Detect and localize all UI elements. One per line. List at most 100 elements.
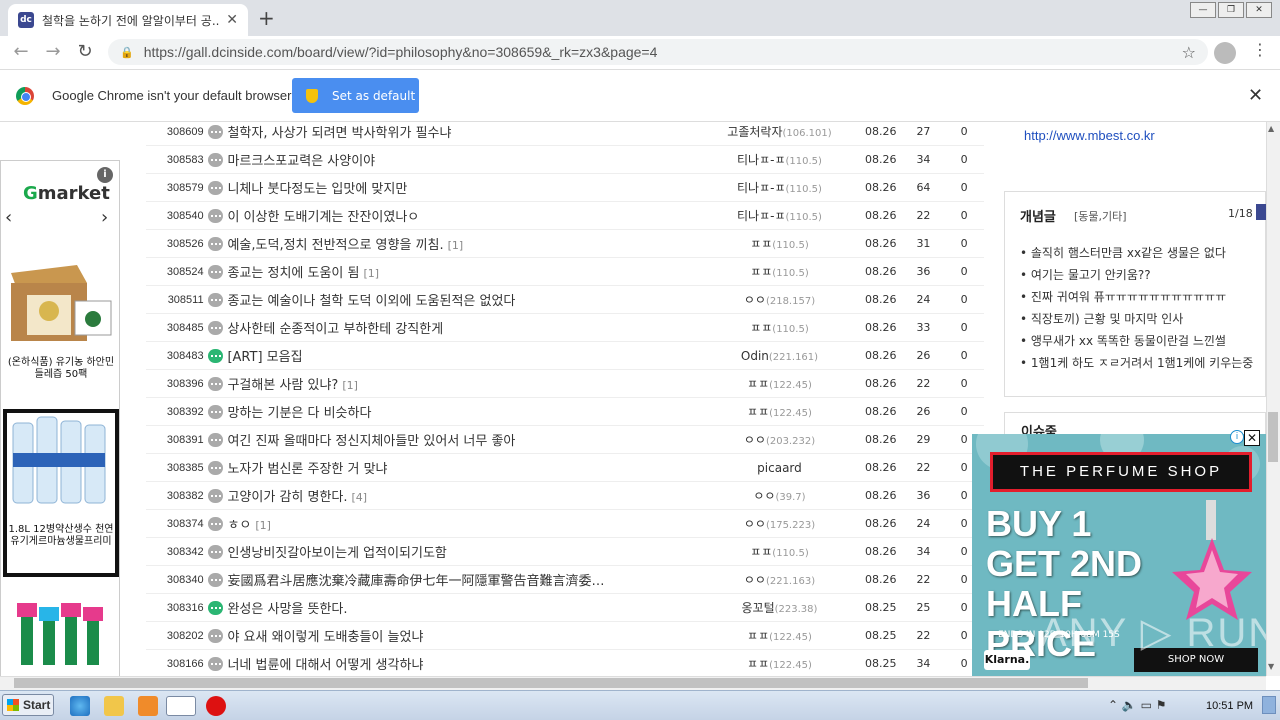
post-subject[interactable]: 야 요새 왜이렇게 도배충들이 늘었냐 [227,626,700,645]
writer-nick[interactable]: ㅍㅍ [747,657,769,671]
post-subject-text[interactable]: 너네 법륜에 대해서 어떻게 생각하냐 [227,658,423,673]
post-writer[interactable]: ㅍㅍ(110.5) [700,263,859,280]
post-row[interactable]: 308579 니체나 붓다정도는 입맛에 맞지만 티나ㅍ-ㅍ(110.5) 08.26… [146,174,984,202]
vertical-scroll-thumb[interactable] [1268,412,1278,462]
start-button[interactable]: Start [2,694,54,716]
ad-prev-arrow-icon[interactable]: ‹ [5,207,12,228]
writer-nick[interactable]: ㅍㅍ [747,629,769,643]
infobar-close-icon[interactable]: ✕ [1248,85,1263,106]
post-writer[interactable]: ㅍㅍ(110.5) [700,235,859,252]
mbest-link[interactable]: http://www.mbest.co.kr [1024,128,1155,143]
post-subject-text[interactable]: 종교는 예술이나 철학 도덕 이외에 도움된적은 없었다 [227,294,515,309]
writer-nick[interactable]: ㅍㅍ [747,377,769,391]
post-row[interactable]: 308511 종교는 예술이나 철학 도덕 이외에 도움된적은 없었다 ㅇㅇ(218… [146,286,984,314]
concept-post-item[interactable]: • 여기는 물고기 안키움?? [1020,266,1266,288]
media-player-icon[interactable] [138,696,158,716]
post-writer[interactable]: ㅍㅍ(122.45) [700,655,859,672]
writer-nick[interactable]: ㅍㅍ [747,405,769,419]
horizontal-scroll-thumb[interactable] [14,678,1088,688]
post-subject-text[interactable]: 야 요새 왜이렇게 도배충들이 늘었냐 [227,630,423,645]
ad-next-arrow-icon[interactable]: › [101,207,108,228]
writer-nick[interactable]: ㅍㅍ [750,545,772,559]
writer-nick[interactable]: ㅍㅍ [750,321,772,335]
post-writer[interactable]: ㅇㅇ(221.163) [700,571,859,588]
ad-product-1[interactable]: (온하식품) 유기농 하안민들레즙 50팩 [7,253,115,381]
taskbar-clock[interactable]: 10:51 PM [1206,700,1253,712]
post-subject[interactable]: 구걸해본 사람 있냐? [1] [227,374,700,393]
post-row[interactable]: 308374 ㅎㅇ [1] ㅇㅇ(175.223) 08.26 24 0 [146,510,984,538]
post-row[interactable]: 308166 너네 법륜에 대해서 어떻게 생각하냐 ㅍㅍ(122.45) 08.25… [146,650,984,676]
post-subject[interactable]: 망하는 기분은 다 비슷하다 [227,402,700,421]
concept-posts-next-button[interactable] [1256,204,1266,220]
security-app-icon[interactable] [206,696,226,716]
writer-nick[interactable]: ㅇㅇ [744,517,766,531]
post-writer[interactable]: 티나ㅍ-ㅍ(110.5) [700,151,859,168]
writer-nick[interactable]: 티나ㅍ-ㅍ [737,153,786,167]
comment-count[interactable]: [1] [363,267,379,280]
post-subject[interactable]: 여긴 진짜 올때마다 정신지체아들만 있어서 너무 좋아 [227,430,700,449]
post-row[interactable]: 308382 고양이가 감히 명한다. [4] ㅇㅇ(39.7) 08.26 36 0 [146,482,984,510]
post-row[interactable]: 308392 망하는 기분은 다 비슷하다 ㅍㅍ(122.45) 08.26 26 0 [146,398,984,426]
writer-nick[interactable]: ㅇㅇ [744,433,766,447]
post-writer[interactable]: picaard [700,461,859,475]
post-subject[interactable]: 妄國爲君斗居應沈棄冷藏庫壽命伊七年一阿隱軍警告音難言濟委… [227,570,700,589]
reload-icon[interactable]: ↻ [74,41,96,63]
post-subject-text[interactable]: 인생낭비짓갈아보이는게 업적이되기도함 [227,546,446,561]
ad-info-icon[interactable]: i [97,167,113,183]
post-row[interactable]: 308526 예술,도덕,정치 전반적으로 영향을 끼침. [1] ㅍㅍ(110.5)… [146,230,984,258]
post-subject[interactable]: 종교는 예술이나 철학 도덕 이외에 도움된적은 없었다 [227,290,700,309]
writer-nick[interactable]: picaard [757,461,802,475]
ad-close-icon[interactable]: ✕ [1244,430,1260,446]
concept-post-item[interactable]: • 앵무새가 xx 똑똑한 동물이란걸 느낀썰 [1020,332,1266,354]
concept-post-item[interactable]: • 진짜 귀여워 퓨ㅠㅠㅠㅠㅠㅠㅠㅠㅠㅠㅠ [1020,288,1266,310]
profile-avatar-icon[interactable] [1214,42,1236,64]
post-writer[interactable]: ㅇㅇ(175.223) [700,515,859,532]
post-subject-text[interactable]: 예술,도덕,정치 전반적으로 영향을 끼침. [227,238,443,253]
post-subject[interactable]: 완성은 사망을 뜻한다. [227,598,700,617]
maximize-button[interactable]: ❐ [1218,2,1244,18]
post-row[interactable]: 308583 마르크스포교력은 사양이야 티나ㅍ-ㅍ(110.5) 08.26 34 0 [146,146,984,174]
post-writer[interactable]: Odin(221.161) [700,349,859,363]
post-subject[interactable]: 너네 법륜에 대해서 어떻게 생각하냐 [227,654,700,673]
show-desktop-button[interactable] [1262,696,1276,714]
post-subject[interactable]: 상사한테 순종적이고 부하한테 강직한게 [227,318,700,337]
left-ad-banner[interactable]: i Gmarket ‹ › (온하식품) 유기농 하안민들레즙 50팩 1.8L… [0,160,120,676]
tab-close-icon[interactable]: ✕ [226,12,238,28]
writer-nick[interactable]: ㅇㅇ [753,489,775,503]
post-row[interactable]: 308385 노자가 범신론 주장한 거 맞냐 picaard 08.26 22 0 [146,454,984,482]
post-writer[interactable]: 티나ㅍ-ㅍ(110.5) [700,207,859,224]
post-subject[interactable]: 고양이가 감히 명한다. [4] [227,486,700,505]
writer-nick[interactable]: ㅍㅍ [750,265,772,279]
post-row[interactable]: 308524 종교는 정치에 도움이 됨 [1] ㅍㅍ(110.5) 08.26 36 0 [146,258,984,286]
url-text[interactable]: https://gall.dcinside.com/board/view/?id… [144,44,1182,60]
new-tab-button[interactable]: + [258,6,275,30]
address-bar[interactable]: 🔒 https://gall.dcinside.com/board/view/?… [108,39,1208,65]
writer-nick[interactable]: ㅍㅍ [750,237,772,251]
post-writer[interactable]: ㅇㅇ(203.232) [700,431,859,448]
writer-nick[interactable]: ㅇㅇ [744,573,766,587]
writer-nick[interactable]: 티나ㅍ-ㅍ [737,181,786,195]
back-arrow-icon[interactable]: ← [10,41,32,63]
minimize-button[interactable]: — [1190,2,1216,18]
post-subject[interactable]: 니체나 붓다정도는 입맛에 맞지만 [227,178,700,197]
system-tray-icons[interactable]: ⌃ 🔈 ▭ ⚑ [1108,698,1167,712]
post-subject-text[interactable]: 여긴 진짜 올때마다 정신지체아들만 있어서 너무 좋아 [227,434,515,449]
post-subject[interactable]: 인생낭비짓갈아보이는게 업적이되기도함 [227,542,700,561]
writer-nick[interactable]: 옹꼬털 [742,601,775,615]
writer-nick[interactable]: ㅇㅇ [744,293,766,307]
internet-explorer-icon[interactable] [70,696,90,716]
vertical-scrollbar[interactable] [1266,122,1280,676]
bookmark-star-icon[interactable]: ☆ [1182,43,1196,62]
post-subject[interactable]: [ART] 모음집 [227,346,700,365]
comment-count[interactable]: [1] [255,519,271,532]
post-row[interactable]: 308202 야 요새 왜이렇게 도배충들이 늘었냐 ㅍㅍ(122.45) 08.25… [146,622,984,650]
post-row[interactable]: 308485 상사한테 순종적이고 부하한테 강직한게 ㅍㅍ(110.5) 08.26… [146,314,984,342]
post-subject-text[interactable]: 마르크스포교력은 사양이야 [227,154,375,169]
post-subject-text[interactable]: 상사한테 순종적이고 부하한테 강직한게 [227,322,443,337]
post-subject-text[interactable]: [ART] 모음집 [227,350,302,365]
post-row[interactable]: 308540 이 이상한 도배기계는 잔잔이였나ㅇ 티나ㅍ-ㅍ(110.5) 08.2… [146,202,984,230]
post-subject-text[interactable]: 이 이상한 도배기계는 잔잔이였나ㅇ [227,210,419,225]
chrome-menu-icon[interactable]: ⋮ [1252,40,1268,59]
post-subject-text[interactable]: 완성은 사망을 뜻한다. [227,602,347,617]
lock-icon[interactable]: 🔒 [120,46,134,59]
